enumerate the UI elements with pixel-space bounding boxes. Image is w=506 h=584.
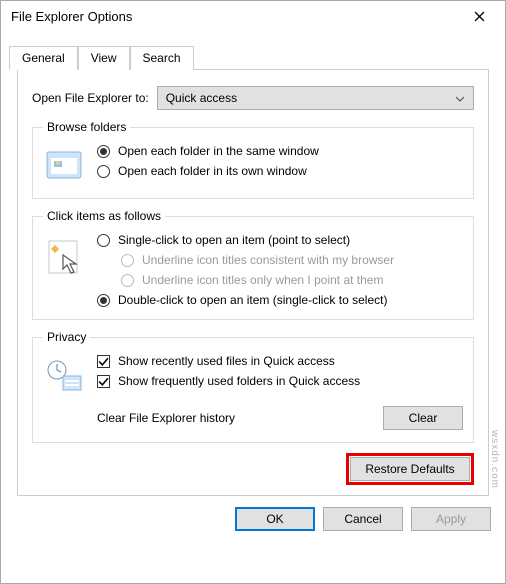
button-label: Restore Defaults xyxy=(365,462,454,476)
chevron-down-icon xyxy=(455,91,465,105)
dialog-footer: OK Cancel Apply xyxy=(1,496,505,542)
radio-label: Open each folder in its own window xyxy=(118,164,307,178)
dialog-window: File Explorer Options General View Searc… xyxy=(0,0,506,584)
checkbox-icon xyxy=(97,355,110,368)
close-icon xyxy=(474,11,485,22)
check-frequent-folders[interactable]: Show frequently used folders in Quick ac… xyxy=(97,374,463,388)
apply-button[interactable]: Apply xyxy=(411,507,491,531)
tab-label: General xyxy=(22,51,65,65)
radio-label: Underline icon titles consistent with my… xyxy=(142,253,394,267)
tab-panel-general: Open File Explorer to: Quick access Brow… xyxy=(17,69,489,496)
click-icon xyxy=(43,235,87,275)
radio-label: Underline icon titles only when I point … xyxy=(142,273,383,287)
radio-icon xyxy=(97,145,110,158)
radio-single-click[interactable]: Single-click to open an item (point to s… xyxy=(97,233,463,247)
open-to-label: Open File Explorer to: xyxy=(32,91,149,105)
radio-icon xyxy=(121,274,134,287)
button-label: Cancel xyxy=(344,512,381,526)
tabs-container: General View Search Open File Explorer t… xyxy=(1,31,505,496)
check-recent-files[interactable]: Show recently used files in Quick access xyxy=(97,354,463,368)
watermark: wsxdn.com xyxy=(489,430,500,489)
open-to-dropdown[interactable]: Quick access xyxy=(157,86,474,110)
clear-button[interactable]: Clear xyxy=(383,406,463,430)
restore-highlight: Restore Defaults xyxy=(346,453,474,485)
tab-search[interactable]: Search xyxy=(130,46,194,70)
radio-label: Single-click to open an item (point to s… xyxy=(118,233,350,247)
button-label: OK xyxy=(266,512,283,526)
restore-row: Restore Defaults xyxy=(32,453,474,485)
radio-underline-point: Underline icon titles only when I point … xyxy=(121,273,463,287)
radio-label: Open each folder in the same window xyxy=(118,144,319,158)
tab-view[interactable]: View xyxy=(78,46,130,70)
tab-label: Search xyxy=(143,51,181,65)
titlebar: File Explorer Options xyxy=(1,1,505,31)
checkbox-icon xyxy=(97,375,110,388)
window-title: File Explorer Options xyxy=(11,9,459,24)
privacy-group: Privacy Show re xyxy=(32,330,474,443)
radio-icon xyxy=(97,165,110,178)
clear-history-label: Clear File Explorer history xyxy=(97,411,235,425)
browse-legend: Browse folders xyxy=(43,120,130,134)
check-label: Show recently used files in Quick access xyxy=(118,354,335,368)
radio-label: Double-click to open an item (single-cli… xyxy=(118,293,387,307)
dropdown-value: Quick access xyxy=(166,91,237,105)
click-items-group: Click items as follows Single-click to o… xyxy=(32,209,474,320)
privacy-legend: Privacy xyxy=(43,330,90,344)
radio-own-window[interactable]: Open each folder in its own window xyxy=(97,164,463,178)
radio-icon xyxy=(121,254,134,267)
radio-double-click[interactable]: Double-click to open an item (single-cli… xyxy=(97,293,463,307)
open-to-row: Open File Explorer to: Quick access xyxy=(32,86,474,110)
browse-folders-group: Browse folders Open each folde xyxy=(32,120,474,199)
close-button[interactable] xyxy=(459,2,499,30)
radio-underline-browser: Underline icon titles consistent with my… xyxy=(121,253,463,267)
tab-label: View xyxy=(91,51,117,65)
radio-icon xyxy=(97,294,110,307)
button-label: Clear xyxy=(409,411,438,425)
tabs: General View Search xyxy=(9,46,497,70)
check-label: Show frequently used folders in Quick ac… xyxy=(118,374,360,388)
restore-defaults-button[interactable]: Restore Defaults xyxy=(350,457,470,481)
browse-icon xyxy=(43,146,87,186)
privacy-icon xyxy=(43,356,87,396)
radio-same-window[interactable]: Open each folder in the same window xyxy=(97,144,463,158)
button-label: Apply xyxy=(436,512,466,526)
cancel-button[interactable]: Cancel xyxy=(323,507,403,531)
click-legend: Click items as follows xyxy=(43,209,165,223)
tab-general[interactable]: General xyxy=(9,46,78,70)
radio-icon xyxy=(97,234,110,247)
ok-button[interactable]: OK xyxy=(235,507,315,531)
